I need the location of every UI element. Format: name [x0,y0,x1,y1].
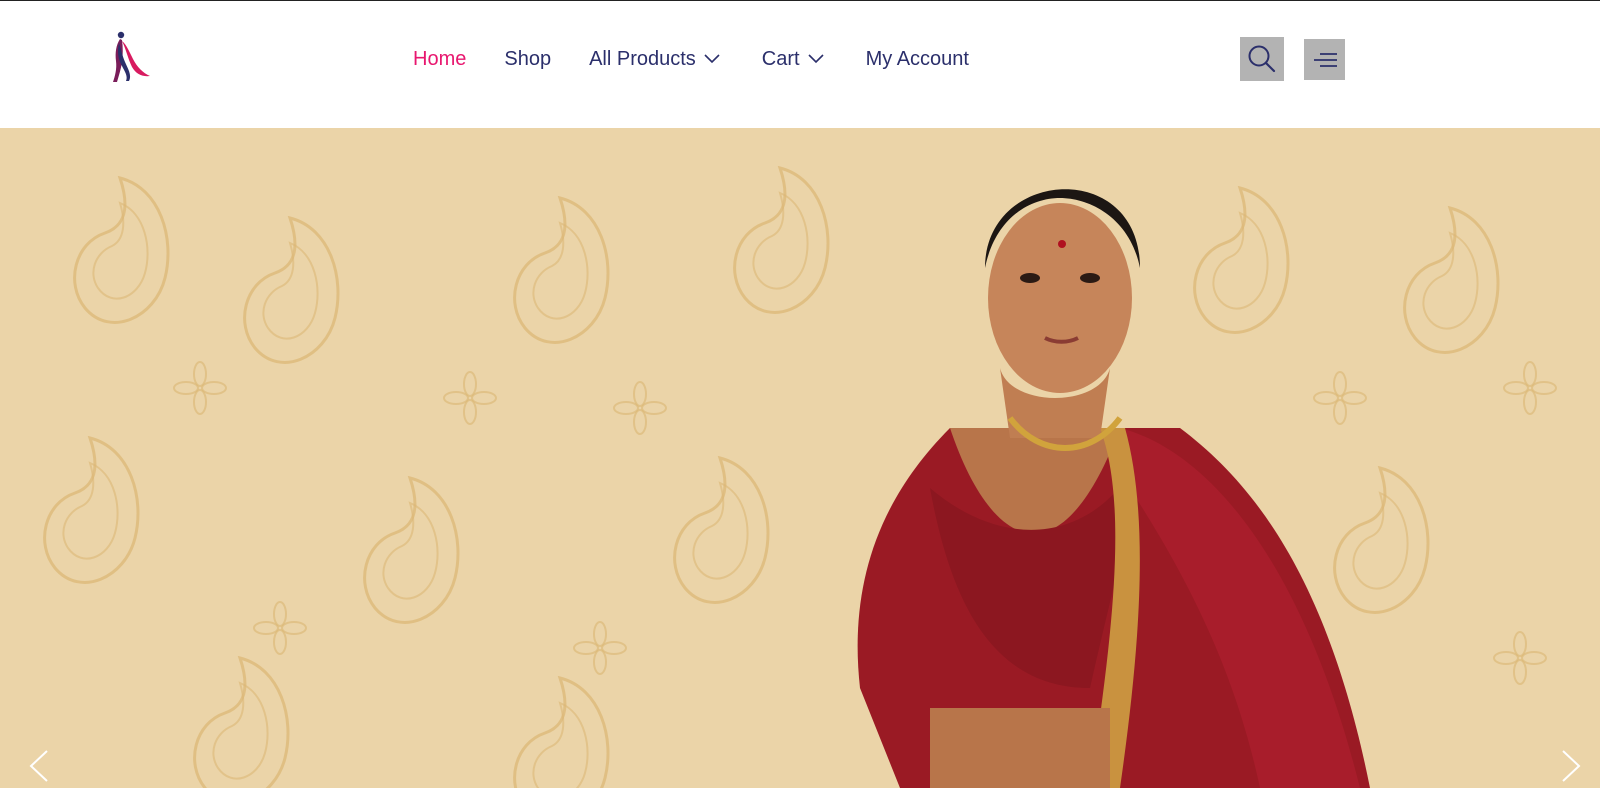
nav-item-home-label: Home [413,47,467,70]
nav-item-shop[interactable]: Shop [504,48,551,71]
site-header: Home Shop All Products Cart My Account [0,1,1600,128]
nav-item-home[interactable]: Home [413,48,466,71]
nav-item-cart-label: Cart [761,47,800,70]
chevron-down-icon [808,54,824,64]
search-button[interactable] [1240,37,1284,81]
nav-item-my-account-label: My Account [865,47,969,70]
hero-carousel [0,128,1600,788]
search-icon [1248,45,1276,73]
main-navigation: Home Shop All Products Cart My Account [413,45,1007,73]
hamburger-menu-icon [1313,52,1337,67]
nav-item-all-products[interactable]: All Products [589,48,720,71]
carousel-prev-button[interactable] [26,748,50,784]
chevron-down-icon [704,54,720,64]
nav-item-my-account[interactable]: My Account [866,48,969,71]
hero-image [0,128,1600,788]
carousel-next-button[interactable] [1560,748,1584,784]
chevron-right-icon [1562,750,1581,782]
menu-button[interactable] [1304,39,1345,80]
saree-figure-logo-icon [113,31,150,82]
nav-item-shop-label: Shop [504,47,552,70]
brand-logo[interactable] [106,29,156,87]
chevron-left-icon [29,750,48,782]
nav-item-cart[interactable]: Cart [762,48,824,71]
nav-item-all-products-label: All Products [589,47,696,70]
